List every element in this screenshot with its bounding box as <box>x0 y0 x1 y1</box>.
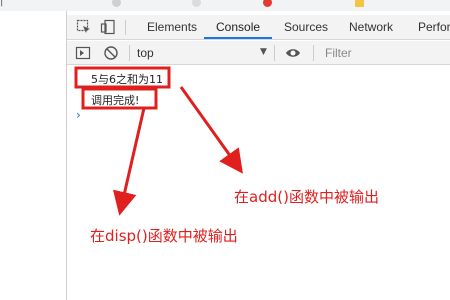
tab-performance[interactable]: Perfor <box>418 20 450 34</box>
eye-icon[interactable] <box>285 45 301 61</box>
console-message: 调用完成! <box>91 94 140 107</box>
toolbar-divider <box>274 45 275 61</box>
page-viewport <box>0 11 66 300</box>
bookmarks-bar: | <box>0 0 450 11</box>
red-circle-icon[interactable] <box>263 0 272 7</box>
dropdown-arrow-icon[interactable]: ▼ <box>260 47 267 57</box>
context-selector[interactable]: top <box>137 46 154 60</box>
toolbar-divider <box>313 45 314 61</box>
tab-console[interactable]: Console <box>216 20 260 34</box>
active-tab-indicator <box>204 37 272 39</box>
tab-elements[interactable]: Elements <box>147 20 197 34</box>
google-icon[interactable] <box>192 0 201 7</box>
annotation-disp: 在disp()函数中被输出 <box>90 227 238 245</box>
tab-sources[interactable]: Sources <box>284 20 328 34</box>
devtools-tab-bar: Elements Console Sources Network Perfor <box>67 15 450 40</box>
toolbar-divider <box>125 20 126 35</box>
bookmark-separator: | <box>0 0 4 7</box>
annotation-add: 在add()函数中被输出 <box>234 188 379 206</box>
tab-icon[interactable] <box>112 0 121 7</box>
inspect-element-icon[interactable] <box>76 19 92 35</box>
folder-icon[interactable] <box>355 0 364 7</box>
filter-input[interactable]: Filter <box>325 46 352 60</box>
sidebar-toggle-icon[interactable] <box>75 45 91 61</box>
console-output: 5与6之和为11 调用完成! › <box>67 66 450 300</box>
tab-network[interactable]: Network <box>349 20 393 34</box>
devtools-panel: Elements Console Sources Network Perfor … <box>66 11 450 300</box>
clear-console-icon[interactable] <box>103 45 119 61</box>
console-prompt[interactable]: › <box>76 108 81 122</box>
console-message: 5与6之和为11 <box>91 73 163 86</box>
console-toolbar: top ▼ Filter <box>67 41 450 65</box>
toolbar-divider <box>129 45 130 61</box>
device-toolbar-icon[interactable] <box>100 19 116 35</box>
